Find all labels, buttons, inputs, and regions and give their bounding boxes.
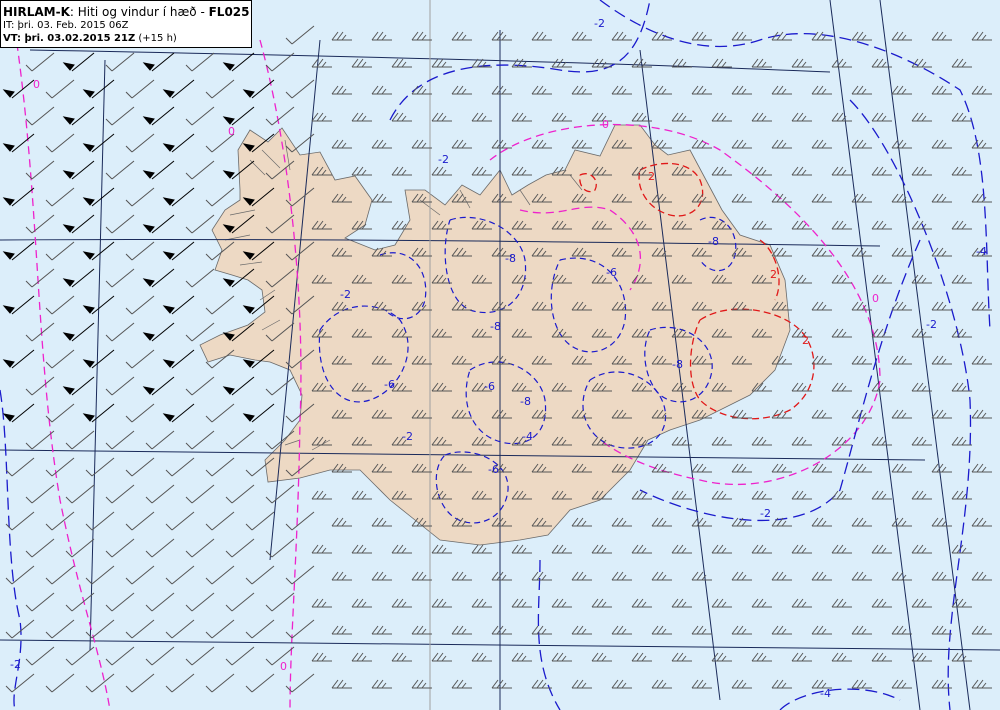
lead-time: (+15 h) (135, 33, 177, 44)
isotherm-label: -8 (672, 358, 683, 371)
isotherm-label: -2 (340, 288, 351, 301)
isotherm-label: -4 (522, 430, 533, 443)
isotherm-label: -2 (10, 658, 21, 671)
isotherm-label: -2 (926, 318, 937, 331)
isotherm-label: -6 (488, 463, 499, 476)
isotherm-label: -8 (505, 252, 516, 265)
init-time: IT: þri. 03. Feb. 2015 06Z (3, 20, 129, 31)
isotherm-label: -8 (520, 395, 531, 408)
map-header: HIRLAM-K: Hiti og vindur í hæð - FL025 I… (0, 0, 252, 48)
isotherm-label: 2 (770, 268, 777, 281)
valid-time: VT: þri. 03.02.2015 21Z (3, 33, 136, 44)
isotherm-label: -6 (484, 380, 495, 393)
flight-level: FL025 (208, 5, 250, 19)
isotherm-label: -2 (760, 507, 771, 520)
isotherm-label: -8 (490, 320, 501, 333)
model-name: HIRLAM-K (3, 5, 70, 19)
title-line: HIRLAM-K: Hiti og vindur í hæð - FL025 (3, 5, 251, 19)
weather-map: 0 0 0 0 0 -2 -2 -2 -2 -2 -2 -2 -4 -4 -4 … (0, 0, 1000, 710)
isotherm-label: 0 (33, 78, 40, 91)
isotherm-label: -2 (594, 17, 605, 30)
isotherm-label: -8 (708, 235, 719, 248)
isotherm-label: -6 (384, 378, 395, 391)
isotherm-label: -4 (976, 245, 987, 258)
map-canvas: 0 0 0 0 0 -2 -2 -2 -2 -2 -2 -2 -4 -4 -4 … (0, 0, 1000, 710)
isotherm-label: -2 (402, 430, 413, 443)
isotherm-label: 0 (602, 118, 609, 131)
isotherm-label: -4 (820, 687, 831, 700)
isotherm-label: -6 (606, 266, 617, 279)
isotherm-label: 0 (228, 125, 235, 138)
valid-time-line: VT: þri. 03.02.2015 21Z (+15 h) (3, 32, 251, 45)
isotherm-label: 0 (280, 660, 287, 673)
isotherm-label: 2 (802, 334, 809, 347)
isotherm-label: 2 (648, 170, 655, 183)
isotherm-label: 0 (872, 292, 879, 305)
isotherm-label: -2 (438, 153, 449, 166)
product-description: : Hiti og vindur í hæð - (69, 5, 209, 19)
